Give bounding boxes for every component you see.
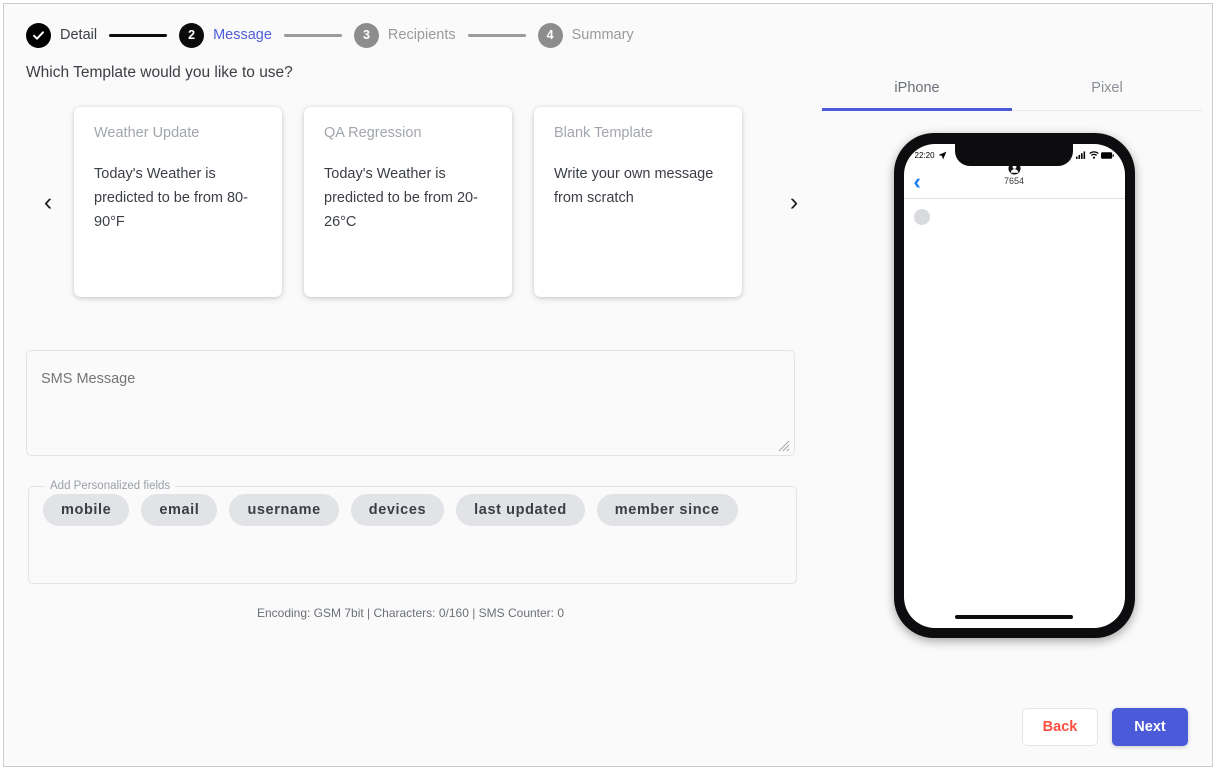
step-recipients[interactable]: 3 Recipients bbox=[353, 22, 456, 48]
device-preview-tabs: iPhone Pixel bbox=[822, 66, 1202, 111]
step-message-marker: 2 bbox=[179, 22, 205, 48]
chip-mobile[interactable]: mobile bbox=[43, 494, 130, 526]
check-icon bbox=[33, 30, 44, 40]
step-detail[interactable]: Detail bbox=[26, 22, 98, 48]
template-card-body: Today's Weather is predicted to be from … bbox=[94, 166, 248, 230]
preview-pane: iPhone Pixel 22:20 ‹ 7654 bbox=[816, 52, 1212, 638]
tab-iphone[interactable]: iPhone bbox=[822, 66, 1012, 111]
phone-home-indicator bbox=[955, 615, 1073, 619]
sms-message-box bbox=[26, 350, 795, 456]
back-button[interactable]: Back bbox=[1022, 708, 1098, 746]
step-detail-marker bbox=[26, 22, 51, 48]
iphone-mockup: 22:20 ‹ 7654 bbox=[893, 133, 1135, 638]
step-message[interactable]: 2 Message bbox=[179, 22, 272, 48]
step-recipients-label: Recipients bbox=[387, 27, 456, 43]
content-area: Which Template would you like to use? ‹ … bbox=[4, 52, 1212, 638]
status-bar-right bbox=[1075, 151, 1114, 159]
wizard-page: Detail 2 Message 3 Recipients 4 Summary … bbox=[3, 3, 1213, 767]
step-summary-label: Summary bbox=[571, 27, 634, 43]
wifi-icon bbox=[1088, 151, 1099, 159]
step-connector-1 bbox=[109, 33, 168, 37]
step-summary[interactable]: 4 Summary bbox=[537, 22, 634, 48]
phone-contact-name: 7654 bbox=[1003, 176, 1025, 186]
message-placeholder-bubble bbox=[913, 209, 930, 225]
form-pane: Which Template would you like to use? ‹ … bbox=[4, 52, 816, 638]
template-card[interactable]: QA Regression Today's Weather is predict… bbox=[304, 107, 512, 297]
tab-pixel[interactable]: Pixel bbox=[1012, 66, 1202, 111]
template-question: Which Template would you like to use? bbox=[26, 64, 293, 81]
wizard-stepper: Detail 2 Message 3 Recipients 4 Summary bbox=[4, 4, 1212, 52]
status-time: 22:20 bbox=[914, 150, 935, 160]
personalized-fields-legend: Add Personalized fields bbox=[50, 480, 171, 492]
template-card-title: Blank Template bbox=[554, 125, 653, 141]
template-card-title: QA Regression bbox=[324, 125, 422, 141]
phone-status-bar: 22:20 bbox=[904, 144, 1125, 166]
template-card[interactable]: Weather Update Today's Weather is predic… bbox=[74, 107, 282, 297]
cellular-signal-icon bbox=[1075, 151, 1085, 159]
encoding-status-text: Encoding: GSM 7bit | Characters: 0/160 |… bbox=[256, 606, 565, 620]
wizard-footer: Back Next bbox=[1022, 708, 1188, 746]
step-connector-3 bbox=[467, 33, 526, 37]
template-card[interactable]: Blank Template Write your own message fr… bbox=[534, 107, 742, 297]
step-detail-label: Detail bbox=[60, 27, 98, 43]
chip-email[interactable]: email bbox=[141, 494, 218, 526]
personalized-chip-list: mobile email username devices last updat… bbox=[43, 494, 782, 526]
battery-full-icon bbox=[1100, 151, 1114, 159]
personalized-fields-group: Add Personalized fields mobile email use… bbox=[28, 480, 797, 584]
phone-chat-area bbox=[903, 199, 1125, 599]
chip-member-since[interactable]: member since bbox=[596, 494, 738, 526]
template-card-list: Weather Update Today's Weather is predic… bbox=[70, 107, 772, 297]
carousel-next-button[interactable]: › bbox=[772, 180, 816, 224]
next-button[interactable]: Next bbox=[1112, 708, 1188, 746]
template-card-body: Write your own message from scratch bbox=[554, 166, 714, 206]
phone-preview-wrapper: 22:20 ‹ 7654 bbox=[816, 133, 1212, 638]
chip-last-updated[interactable]: last updated bbox=[456, 494, 585, 526]
phone-nav-header: ‹ 7654 bbox=[903, 162, 1125, 199]
phone-screen: 22:20 ‹ 7654 bbox=[903, 144, 1125, 628]
step-recipients-marker: 3 bbox=[353, 22, 379, 48]
status-bar-left: 22:20 bbox=[915, 151, 947, 160]
chip-username[interactable]: username bbox=[229, 494, 339, 526]
chip-devices[interactable]: devices bbox=[350, 494, 445, 526]
template-card-body: Today's Weather is predicted to be from … bbox=[324, 166, 478, 230]
step-connector-2 bbox=[283, 33, 342, 37]
carousel-prev-button[interactable]: ‹ bbox=[26, 180, 70, 224]
template-carousel: ‹ Weather Update Today's Weather is pred… bbox=[26, 102, 816, 302]
step-message-label: Message bbox=[213, 27, 272, 43]
step-summary-marker: 4 bbox=[537, 22, 563, 48]
sms-message-input[interactable] bbox=[27, 351, 794, 455]
template-card-title: Weather Update bbox=[94, 125, 200, 141]
location-arrow-icon bbox=[938, 151, 946, 159]
